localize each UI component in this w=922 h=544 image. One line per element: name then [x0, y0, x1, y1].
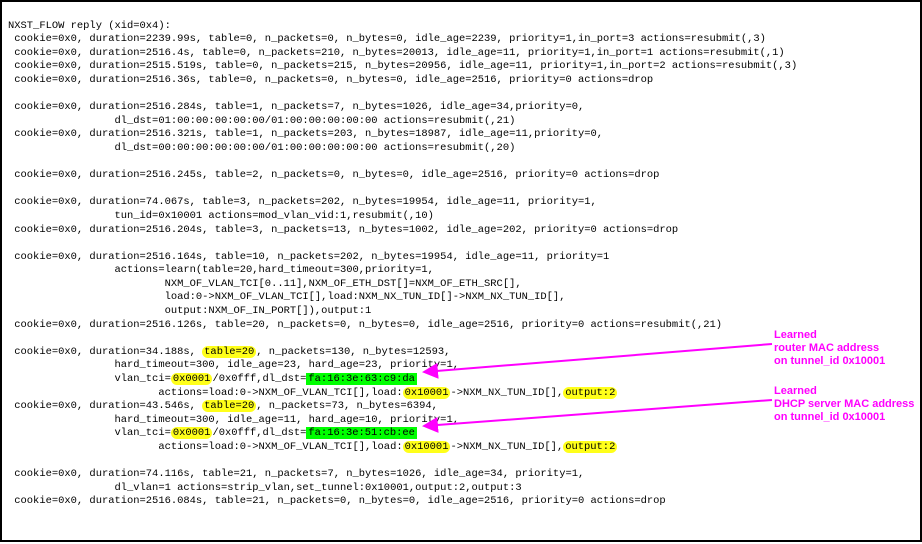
flow-line: NXM_OF_VLAN_TCI[0..11],NXM_OF_ETH_DST[]=…: [8, 278, 522, 290]
flow-line: cookie=0x0, duration=2516.084s, table=21…: [8, 495, 666, 507]
flow-line: cookie=0x0, duration=2239.99s, table=0, …: [8, 33, 766, 45]
annotation-dhcp: LearnedDHCP server MAC addresson tunnel_…: [774, 385, 914, 424]
flow-line: cookie=0x0, duration=2516.204s, table=3,…: [8, 224, 678, 236]
flow-line: cookie=0x0, duration=2516.126s, table=20…: [8, 319, 722, 331]
flow-line: cookie=0x0, duration=2515.519s, table=0,…: [8, 60, 797, 72]
flow-line: cookie=0x0, duration=2516.321s, table=1,…: [8, 128, 603, 140]
annotation-router: Learnedrouter MAC addresson tunnel_id 0x…: [774, 329, 885, 368]
flow-line: cookie=0x0, duration=34.188s, table=20, …: [8, 346, 450, 358]
flow-line: actions=load:0->NXM_OF_VLAN_TCI[],load:0…: [8, 387, 617, 399]
flow-line: hard_timeout=300, idle_age=11, hard_age=…: [8, 414, 459, 426]
flow-line: hard_timeout=300, idle_age=23, hard_age=…: [8, 359, 459, 371]
flow-line: tun_id=0x10001 actions=mod_vlan_vid:1,re…: [8, 210, 434, 222]
flow-line: actions=learn(table=20,hard_timeout=300,…: [8, 264, 434, 276]
hl-mac-router: fa:16:3e:63:c9:da: [306, 373, 416, 385]
flow-line: cookie=0x0, duration=2516.36s, table=0, …: [8, 74, 653, 86]
flow-line: cookie=0x0, duration=43.546s, table=20, …: [8, 400, 438, 412]
hl-table: table=20: [202, 400, 256, 412]
flow-line: cookie=0x0, duration=74.067s, table=3, n…: [8, 196, 597, 208]
hl-vlan: 0x0001: [171, 427, 213, 439]
hl-mac-dhcp: fa:16:3e:51:cb:ee: [306, 427, 416, 439]
flow-line: load:0->NXM_OF_VLAN_TCI[],load:NXM_NX_TU…: [8, 291, 565, 303]
flow-header: NXST_FLOW reply (xid=0x4):: [8, 20, 171, 32]
flow-line: dl_vlan=1 actions=strip_vlan,set_tunnel:…: [8, 482, 522, 494]
hl-tunnel: 0x10001: [403, 441, 451, 453]
flow-line: cookie=0x0, duration=2516.4s, table=0, n…: [8, 47, 785, 59]
flow-line: vlan_tci=0x0001/0x0fff,dl_dst=fa:16:3e:6…: [8, 373, 417, 385]
flow-line: cookie=0x0, duration=2516.245s, table=2,…: [8, 169, 659, 181]
hl-output: output:2: [563, 387, 617, 399]
hl-tunnel: 0x10001: [403, 387, 451, 399]
flow-line: dl_dst=01:00:00:00:00:00/01:00:00:00:00:…: [8, 115, 515, 127]
terminal-output: NXST_FLOW reply (xid=0x4): cookie=0x0, d…: [0, 0, 922, 542]
flow-line: cookie=0x0, duration=74.116s, table=21, …: [8, 468, 584, 480]
flow-line: actions=load:0->NXM_OF_VLAN_TCI[],load:0…: [8, 441, 617, 453]
hl-table: table=20: [202, 346, 256, 358]
flow-line: cookie=0x0, duration=2516.284s, table=1,…: [8, 101, 584, 113]
flow-line: output:NXM_OF_IN_PORT[]),output:1: [8, 305, 371, 317]
flow-line: cookie=0x0, duration=2516.164s, table=10…: [8, 251, 609, 263]
flow-line: vlan_tci=0x0001/0x0fff,dl_dst=fa:16:3e:5…: [8, 427, 417, 439]
hl-vlan: 0x0001: [171, 373, 213, 385]
flow-line: dl_dst=00:00:00:00:00:00/01:00:00:00:00:…: [8, 142, 515, 154]
hl-output: output:2: [563, 441, 617, 453]
